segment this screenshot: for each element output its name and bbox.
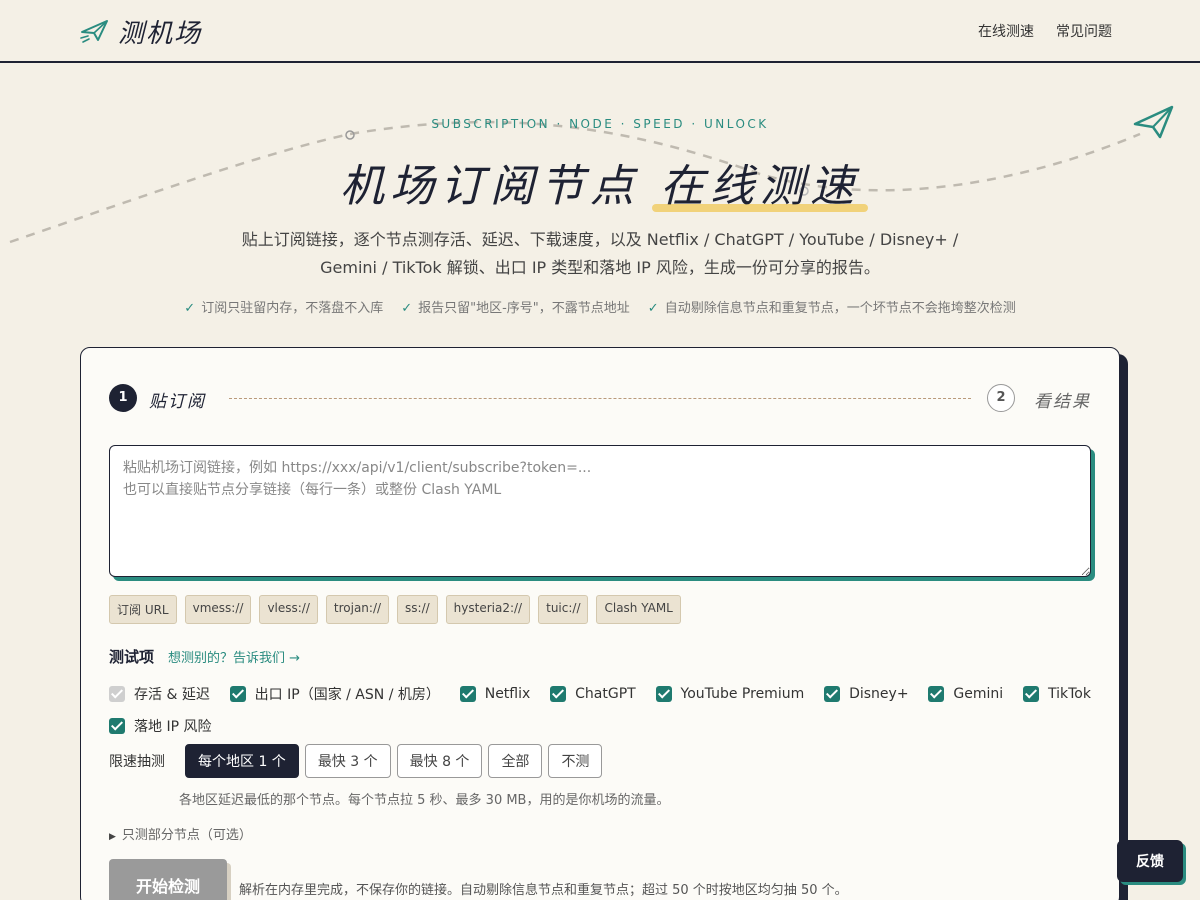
step-1-label: 贴订阅 (149, 392, 206, 412)
subtitle-line-1: 贴上订阅链接，逐个节点测存活、延迟、下载速度，以及 Netflix / Chat… (241, 230, 959, 249)
start-hint: 解析在内存里完成，不保存你的链接。自动剔除信息节点和重复节点；超过 50 个时按… (239, 883, 848, 898)
hero-kicker: SUBSCRIPTION · NODE · SPEED · UNLOCK (431, 117, 769, 131)
format-tags: 订阅 URL vmess:// vless:// trojan:// ss://… (109, 595, 681, 624)
subscription-input-wrap (109, 445, 1095, 581)
format-tag-clash[interactable]: Clash YAML (596, 595, 681, 624)
option-alive-latency[interactable]: 存活 & 延迟 (109, 684, 210, 704)
speed-option-per-region[interactable]: 每个地区 1 个 (185, 744, 299, 778)
check-icon: ✓ (401, 301, 413, 316)
step-2-badge: 2 (987, 384, 1015, 412)
checkbox[interactable] (655, 686, 672, 702)
check-item: ✓ 订阅只驻留内存，不落盘不入库 (184, 301, 384, 316)
checkbox[interactable] (109, 718, 125, 734)
checkbox[interactable] (928, 686, 945, 702)
logo-text: 测机场 (118, 18, 203, 49)
step-indicator: 1 贴订阅 2 看结果 (109, 384, 1091, 414)
test-card: 1 贴订阅 2 看结果 订阅 URL vmess:// vless:// tro… (80, 347, 1120, 900)
subtitle-line-2: Gemini / TikTok 解锁、出口 IP 类型和落地 IP 风险，生成一… (320, 258, 880, 277)
format-tag-url[interactable]: 订阅 URL (109, 595, 177, 624)
options-row: 存活 & 延迟 出口 IP（国家 / ASN / 机房） Netflix Cha… (109, 678, 1091, 710)
hero-title-main: 机场订阅节点 (340, 161, 660, 212)
speed-option-top3[interactable]: 最快 3 个 (304, 744, 391, 778)
check-item: ✓ 报告只留"地区-序号"，不露节点地址 (401, 301, 630, 316)
paper-plane-logo-icon (80, 20, 108, 43)
disclosure-triangle-icon: ▶ (109, 832, 116, 842)
request-test-link[interactable]: 想测别的？告诉我们 → (168, 647, 300, 666)
option-landing-ip-risk[interactable]: 落地 IP 风险 (109, 716, 211, 736)
check-icon: ✓ (647, 301, 659, 316)
checkbox[interactable] (1023, 686, 1039, 702)
option-disney[interactable]: Disney+ (824, 686, 909, 702)
speed-option-top8[interactable]: 最快 8 个 (396, 744, 483, 778)
option-tiktok[interactable]: TikTok (1023, 686, 1091, 702)
option-exit-ip[interactable]: 出口 IP（国家 / ASN / 机房） (229, 684, 440, 704)
speed-hint: 各地区延迟最低的那个节点。每个节点拉 5 秒、最多 30 MB，用的是你机场的流… (179, 793, 670, 808)
format-tag-ss[interactable]: ss:// (397, 595, 438, 624)
format-tag-trojan[interactable]: trojan:// (325, 595, 390, 624)
format-tag-hysteria2[interactable]: hysteria2:// (445, 595, 531, 624)
top-nav: 在线测速 常见问题 (978, 21, 1112, 41)
checkbox[interactable] (229, 686, 246, 702)
checkbox[interactable] (550, 686, 567, 702)
checkbox[interactable] (459, 686, 476, 702)
format-tag-vless[interactable]: vless:// (259, 595, 318, 624)
speed-label: 限速抽测 (109, 754, 165, 770)
subscription-input[interactable] (109, 445, 1091, 577)
option-gemini[interactable]: Gemini (928, 686, 1003, 702)
step-2-label: 看结果 (1034, 392, 1091, 412)
option-youtube-premium[interactable]: YouTube Premium (655, 686, 804, 702)
check-icon: ✓ (184, 301, 196, 316)
speed-sampling: 限速抽测 每个地区 1 个 最快 3 个 最快 8 个 全部 不测 (109, 744, 603, 778)
option-netflix[interactable]: Netflix (459, 686, 530, 702)
tests-header: 测试项 想测别的？告诉我们 → (109, 646, 300, 667)
top-header: 测机场 在线测速 常见问题 (0, 0, 1200, 63)
check-item: ✓ 自动剔除信息节点和重复节点，一个坏节点不会拖垮整次检测 (647, 301, 1016, 316)
nav-faq[interactable]: 常见问题 (1056, 21, 1112, 41)
options-row: 落地 IP 风险 (109, 710, 1099, 742)
checkbox-disabled[interactable] (109, 686, 125, 702)
tests-title: 测试项 (109, 648, 155, 666)
privacy-checks: ✓ 订阅只驻留内存，不落盘不入库 ✓ 报告只留"地区-序号"，不露节点地址 ✓ 自动剔… (0, 297, 1200, 316)
feedback-button[interactable]: 反馈 (1117, 840, 1183, 882)
nav-speed-test[interactable]: 在线测速 (978, 21, 1034, 41)
speed-option-none[interactable]: 不测 (548, 744, 603, 778)
step-1-badge: 1 (109, 384, 137, 412)
checkbox[interactable] (824, 686, 841, 702)
test-options: 存活 & 延迟 出口 IP（国家 / ASN / 机房） Netflix Cha… (109, 678, 1099, 742)
option-chatgpt[interactable]: ChatGPT (550, 686, 636, 702)
step-divider (229, 398, 971, 399)
hero-title-highlight: 在线测速 (652, 150, 868, 214)
speed-option-all[interactable]: 全部 (488, 744, 543, 778)
format-tag-vmess[interactable]: vmess:// (184, 595, 252, 624)
format-tag-tuic[interactable]: tuic:// (538, 595, 589, 624)
start-button[interactable]: 开始检测 (109, 859, 227, 900)
logo[interactable]: 测机场 (80, 14, 203, 49)
subset-toggle[interactable]: ▶ 只测部分节点（可选） (109, 824, 252, 843)
hero-title: 机场订阅节点 在线测速 (0, 150, 1200, 214)
hero-subtitle: 贴上订阅链接，逐个节点测存活、延迟、下载速度，以及 Netflix / Chat… (200, 226, 1000, 282)
